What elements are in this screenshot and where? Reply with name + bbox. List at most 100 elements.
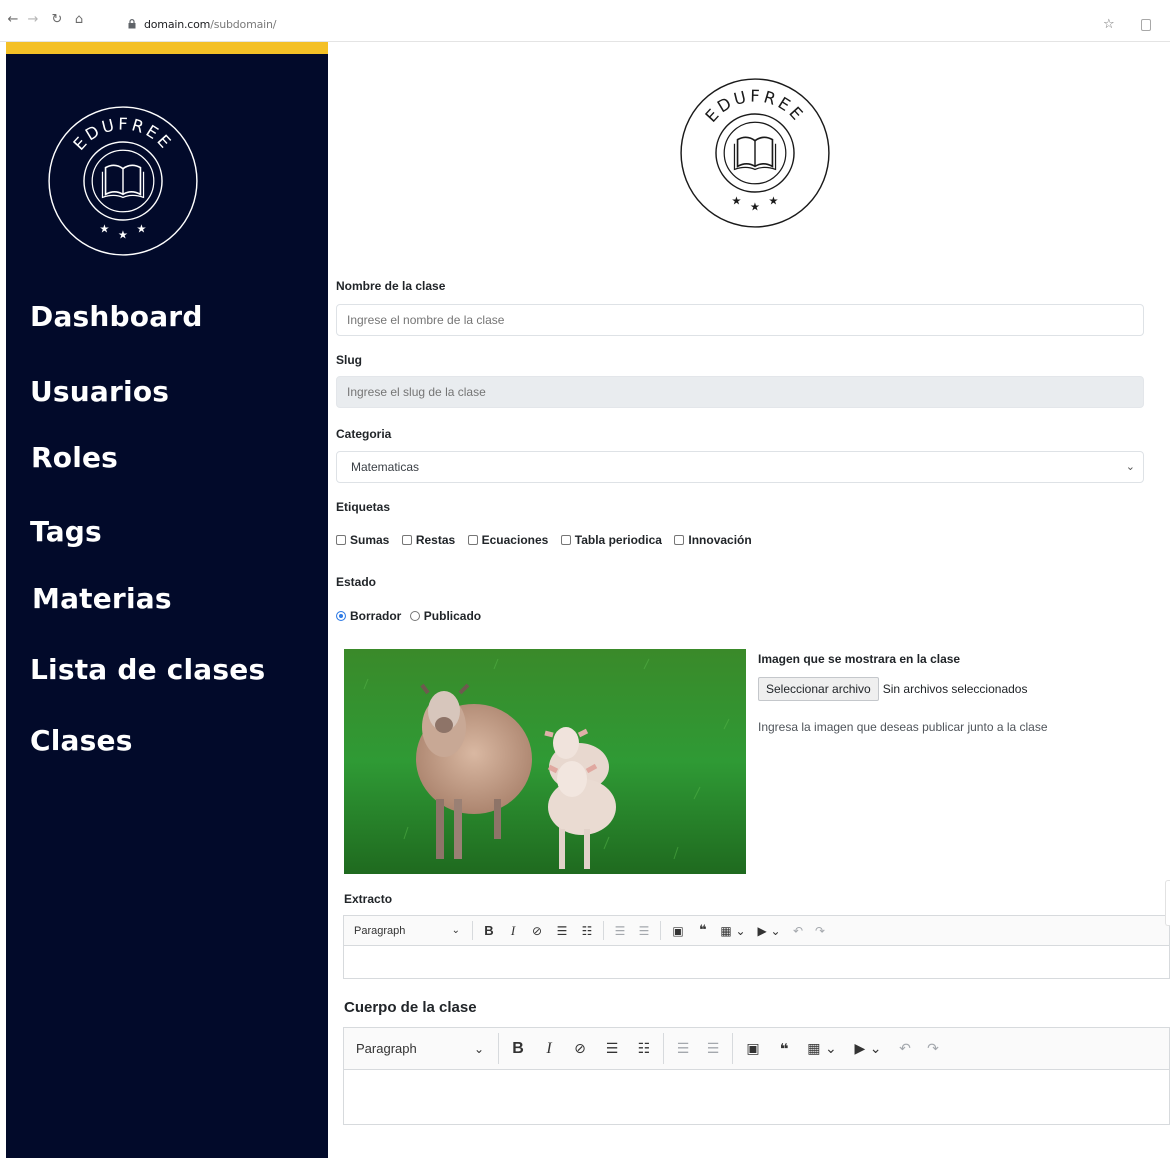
sidebar-item-roles[interactable]: Roles [31,441,118,474]
categoria-label: Categoria [336,427,392,441]
estado-radio-borrador[interactable]: Borrador [336,609,401,623]
checkbox[interactable] [401,535,412,545]
svg-text:★: ★ [118,228,128,241]
back-icon[interactable]: ← [6,13,20,27]
radio-unselected[interactable] [409,611,420,621]
undo-icon[interactable]: ↶ [787,924,809,938]
main-content: EDUFREE ★ ★ ★ Nombre de la clase Slug Ca… [328,42,1170,1158]
cuerpo-label: Cuerpo de la clase [344,999,477,1016]
reload-icon[interactable]: ↻ [50,13,64,27]
lock-icon [128,19,136,29]
cuerpo-editor[interactable]: Paragraph ⌄ B I ⊘ ☰ ☷ ☰ ☰ ▣ ❝ ▦ ⌄ ▶ ⌄ ↶ ↷ [343,1027,1170,1125]
checkbox[interactable] [467,535,478,545]
checkbox[interactable] [336,535,346,545]
etiquetas-label: Etiquetas [336,500,391,514]
tag-label: Ecuaciones [481,533,549,547]
bulleted-list-icon[interactable]: ☰ [549,924,575,938]
undo-icon[interactable]: ↶ [891,1041,919,1057]
radio-label: Borrador [350,609,402,623]
slug-input[interactable] [336,376,1144,408]
tag-label: Innovación [688,533,752,547]
radio-selected[interactable] [336,611,346,621]
sidebar-item-dashboard[interactable]: Dashboard [30,300,203,333]
sidebar-item-materias[interactable]: Materias [32,582,172,615]
sidebar-item-usuarios[interactable]: Usuarios [30,375,169,408]
sidebar-item-lista-de-clases[interactable]: Lista de clases [30,653,265,686]
italic-icon[interactable]: I [501,923,525,939]
indent-icon[interactable]: ☰ [698,1041,728,1057]
bold-icon[interactable]: B [503,1040,533,1058]
redo-icon[interactable]: ↷ [919,1041,947,1057]
chevron-down-icon: ⌄ [473,1041,484,1056]
header-logo-text: EDUFREE [702,87,809,126]
svg-text:★: ★ [136,222,146,235]
cuerpo-toolbar: Paragraph ⌄ B I ⊘ ☰ ☷ ☰ ☰ ▣ ❝ ▦ ⌄ ▶ ⌄ ↶ ↷ [344,1028,1169,1070]
numbered-list-icon[interactable]: ☷ [575,924,599,938]
url-text[interactable]: domain.com/subdomain/ [144,18,276,31]
italic-icon[interactable]: I [533,1040,565,1058]
bulleted-list-icon[interactable]: ☰ [595,1041,629,1057]
tag-checkbox-sumas[interactable]: Sumas [336,533,389,547]
bold-icon[interactable]: B [477,923,501,938]
insert-table-icon[interactable]: ▦ ⌄ [799,1041,845,1057]
imagen-help-text: Ingresa la imagen que deseas publicar ju… [758,720,1048,734]
nombre-input[interactable] [336,304,1144,336]
etiquetas-checkbox-group: Sumas Restas Ecuaciones Tabla periodica … [336,532,760,548]
extracto-toolbar: Paragraph ⌄ B I ⊘ ☰ ☷ ☰ ☰ ▣ ❝ ▦ ⌄ ▶ ⌄ ↶ ↷ [344,916,1169,946]
categoria-select[interactable]: Matematicas ⌄ [336,451,1144,483]
edufree-logo: EDUFREE ★ ★ ★ [48,106,198,256]
radio-label: Publicado [423,609,482,623]
logo-text: EDUFREE [70,115,177,154]
tag-checkbox-ecuaciones[interactable]: Ecuaciones [467,533,549,547]
bookmark-star-icon[interactable]: ☆ [1103,17,1115,32]
svg-text:★: ★ [768,194,778,207]
sidebar-item-clases[interactable]: Clases [30,724,133,757]
insert-table-icon[interactable]: ▦ ⌄ [715,924,751,938]
link-icon[interactable]: ⊘ [525,924,549,938]
svg-text:★: ★ [731,194,741,207]
paragraph-format-dropdown[interactable]: Paragraph ⌄ [344,925,468,937]
insert-image-icon[interactable]: ▣ [665,924,691,938]
svg-text:★: ★ [750,200,760,213]
extracto-label: Extracto [344,892,393,906]
sidebar-accent-bar [6,42,328,54]
forward-icon[interactable]: → [26,13,40,27]
format-label: Paragraph [354,924,406,937]
extracto-editor[interactable]: Paragraph ⌄ B I ⊘ ☰ ☷ ☰ ☰ ▣ ❝ ▦ ⌄ ▶ ⌄ ↶ ↷ [343,915,1170,979]
extension-icon[interactable] [1141,19,1151,31]
svg-text:★: ★ [99,222,109,235]
choose-file-button[interactable]: Seleccionar archivo [758,677,879,701]
class-image-preview [344,649,746,874]
tag-checkbox-innovacion[interactable]: Innovación [674,533,752,547]
format-label: Paragraph [356,1041,417,1056]
url-path: /subdomain/ [210,18,277,31]
sidebar-item-tags[interactable]: Tags [30,515,102,548]
insert-image-icon[interactable]: ▣ [737,1041,769,1057]
insert-media-icon[interactable]: ▶ ⌄ [845,1041,891,1057]
scroll-handle[interactable] [1165,880,1170,926]
categoria-selected-value: Matematicas [351,460,420,474]
edufree-header-logo: EDUFREE ★ ★ ★ [680,78,830,228]
outdent-icon[interactable]: ☰ [668,1041,698,1057]
blockquote-icon[interactable]: ❝ [691,923,715,938]
checkbox[interactable] [674,535,685,545]
numbered-list-icon[interactable]: ☷ [629,1041,659,1057]
insert-media-icon[interactable]: ▶ ⌄ [751,924,787,938]
outdent-icon[interactable]: ☰ [608,924,632,938]
tag-label: Sumas [350,533,390,547]
paragraph-format-dropdown[interactable]: Paragraph ⌄ [344,1041,494,1056]
file-status-text: Sin archivos seleccionados [882,682,1028,696]
home-icon[interactable]: ⌂ [72,13,86,27]
redo-icon[interactable]: ↷ [809,924,831,938]
indent-icon[interactable]: ☰ [632,924,656,938]
tag-checkbox-restas[interactable]: Restas [401,533,455,547]
checkbox[interactable] [560,535,571,545]
blockquote-icon[interactable]: ❝ [769,1040,799,1058]
link-icon[interactable]: ⊘ [565,1041,595,1057]
estado-radio-group: Borrador Publicado [336,608,485,624]
tag-checkbox-tabla-periodica[interactable]: Tabla periodica [560,533,662,547]
estado-radio-publicado[interactable]: Publicado [409,609,482,623]
slug-label: Slug [336,353,362,367]
sidebar: EDUFREE ★ ★ ★ Dashboard Usuarios Roles T… [6,42,328,1158]
tag-label: Tabla periodica [574,533,662,547]
